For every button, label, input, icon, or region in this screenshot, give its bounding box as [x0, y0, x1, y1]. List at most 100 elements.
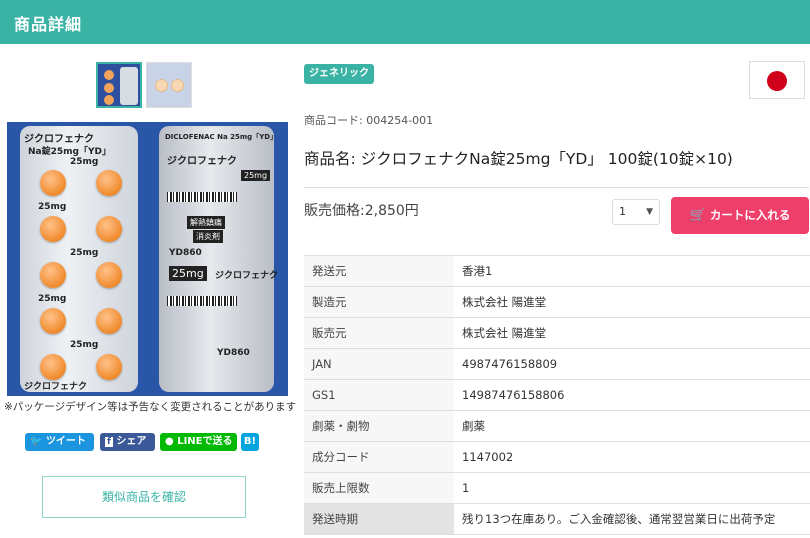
thumbnail-pill [104, 83, 114, 93]
strip-label: 25mg [70, 248, 99, 258]
strip-dose-box: 25mg [169, 266, 207, 281]
spec-row: 製造元 株式会社 陽進堂 [304, 286, 810, 318]
product-spec-table: 発送元 香港1 製造元 株式会社 陽進堂 販売元 株式会社 陽進堂 JAN 498747615… [304, 255, 810, 535]
package-disclaimer: ※パッケージデザイン等は予告なく変更されることがあります [4, 401, 297, 413]
price-value: 2,850円 [364, 203, 419, 219]
hatena-bookmark-button[interactable]: B! [241, 433, 259, 451]
spec-row: JAN 4987476158809 [304, 348, 810, 380]
line-share-button[interactable]: ● LINEで送る [160, 433, 237, 451]
spec-value: 4987476158809 [454, 348, 810, 380]
strip-label: ジクロフェナク [24, 134, 94, 145]
tablet [96, 354, 122, 380]
twitter-share-label: ツイート [45, 436, 86, 447]
strip-label: 25mg [38, 202, 67, 212]
line-icon: ● [165, 436, 174, 447]
strip-label: Na錠25mg「YD」 [28, 147, 111, 157]
product-title: 商品名: ジクロフェナクNa錠25mg「YD」 100錠(10錠×10) [304, 147, 733, 169]
spec-value: 香港1 [454, 255, 810, 287]
spec-row: 販売元 株式会社 陽進堂 [304, 317, 810, 349]
add-to-cart-label: カートに入れる [709, 208, 791, 222]
spec-row: GS1 14987476158806 [304, 379, 810, 411]
strip-label: ジクロフェナク [215, 271, 279, 281]
similar-products-button[interactable]: 類似商品を確認 [42, 476, 246, 518]
thumbnail-tablet [171, 79, 184, 92]
strip-label: 25mg [70, 157, 99, 167]
price-label: 販売価格: [304, 203, 365, 219]
tablet [40, 216, 66, 242]
tablet [96, 216, 122, 242]
spec-key: 成分コード [304, 441, 454, 473]
page-title: 商品詳細 [14, 15, 83, 34]
twitter-icon: 🐦 [30, 436, 43, 447]
spec-row: 発送時期 残り13つ在庫あり。ご入金確認後、通常翌営業日に出荷予定 [304, 503, 810, 535]
twitter-share-button[interactable]: 🐦 ツイート [25, 433, 94, 451]
cart-icon: 🛒 [689, 208, 706, 223]
spec-value: 劇薬 [454, 410, 810, 442]
thumbnail-package[interactable] [96, 62, 142, 108]
spec-key: 発送時期 [304, 503, 454, 535]
tablet [40, 262, 66, 288]
strip-label-box: 消炎剤 [193, 230, 223, 243]
spec-key: GS1 [304, 379, 454, 411]
blister-strip-front: ジクロフェナク Na錠25mg「YD」 25mg 25mg 25mg 25mg … [20, 126, 138, 392]
spec-value: 残り13つ在庫あり。ご入金確認後、通常翌営業日に出荷予定 [454, 503, 810, 535]
facebook-share-label: シェア [116, 436, 147, 447]
spec-row: 劇薬・劇物 劇薬 [304, 410, 810, 442]
add-to-cart-button[interactable]: 🛒 カートに入れる [671, 197, 809, 234]
product-code-label: 商品コード: [304, 114, 367, 127]
strip-label: YD860 [169, 248, 202, 258]
flag-circle [767, 71, 787, 91]
strip-label: DICLOFENAC Na 25mg「YD」 [165, 133, 278, 141]
facebook-share-button[interactable]: f シェア [100, 433, 155, 451]
spec-key: 劇薬・劇物 [304, 410, 454, 442]
product-code-value: 004254-001 [366, 114, 434, 127]
spec-key: 販売元 [304, 317, 454, 349]
thumbnail-tablets[interactable] [146, 62, 192, 108]
page-header: 商品詳細 [0, 0, 810, 44]
line-share-label: LINEで送る [177, 436, 233, 447]
product-title-value: ジクロフェナクNa錠25mg「YD」 100錠(10錠×10) [360, 150, 733, 168]
thumbnail-pill [104, 95, 114, 105]
spec-key: JAN [304, 348, 454, 380]
thumbnail-pill [104, 70, 114, 80]
barcode [167, 192, 237, 202]
strip-label: ジクロフェナク [167, 156, 237, 167]
quantity-value: 1 [619, 205, 626, 218]
spec-value: 14987476158806 [454, 379, 810, 411]
product-main-image: ジクロフェナク Na錠25mg「YD」 25mg 25mg 25mg 25mg … [7, 122, 288, 396]
tablet [40, 308, 66, 334]
thumbnail-strip [120, 67, 138, 105]
spec-key: 製造元 [304, 286, 454, 318]
strip-label-box: 解熱鎮痛 [187, 216, 225, 229]
spec-value: 株式会社 陽進堂 [454, 317, 810, 349]
spec-value: 1147002 [454, 441, 810, 473]
strip-label: YD860 [217, 348, 250, 358]
japan-flag-icon [749, 61, 805, 99]
thumbnail-tablet [155, 79, 168, 92]
barcode [167, 296, 237, 306]
tablet [40, 354, 66, 380]
strip-label: 25mg [70, 340, 99, 350]
tablet [96, 308, 122, 334]
spec-row: 販売上限数 1 [304, 472, 810, 504]
tablet [40, 170, 66, 196]
facebook-icon: f [105, 437, 113, 447]
spec-row: 成分コード 1147002 [304, 441, 810, 473]
blister-strip-back: DICLOFENAC Na 25mg「YD」 ジクロフェナク 25mg 解熱鎮痛… [159, 126, 278, 392]
chevron-down-icon: ▼ [646, 207, 653, 217]
tablet [96, 170, 122, 196]
divider [304, 187, 809, 188]
spec-value: 1 [454, 472, 810, 504]
strip-label: ジクロフェナク [24, 382, 88, 392]
product-code: 商品コード: 004254-001 [304, 112, 433, 128]
quantity-select[interactable]: 1 ▼ [612, 199, 660, 225]
product-price: 販売価格:2,850円 [304, 200, 419, 220]
spec-key: 発送元 [304, 255, 454, 287]
generic-badge: ジェネリック [304, 64, 374, 84]
spec-row: 発送元 香港1 [304, 255, 810, 287]
tablet [96, 262, 122, 288]
product-title-label: 商品名: [304, 150, 361, 168]
strip-label: 25mg [38, 294, 67, 304]
strip-dose-box: 25mg [241, 170, 271, 181]
spec-value: 株式会社 陽進堂 [454, 286, 810, 318]
